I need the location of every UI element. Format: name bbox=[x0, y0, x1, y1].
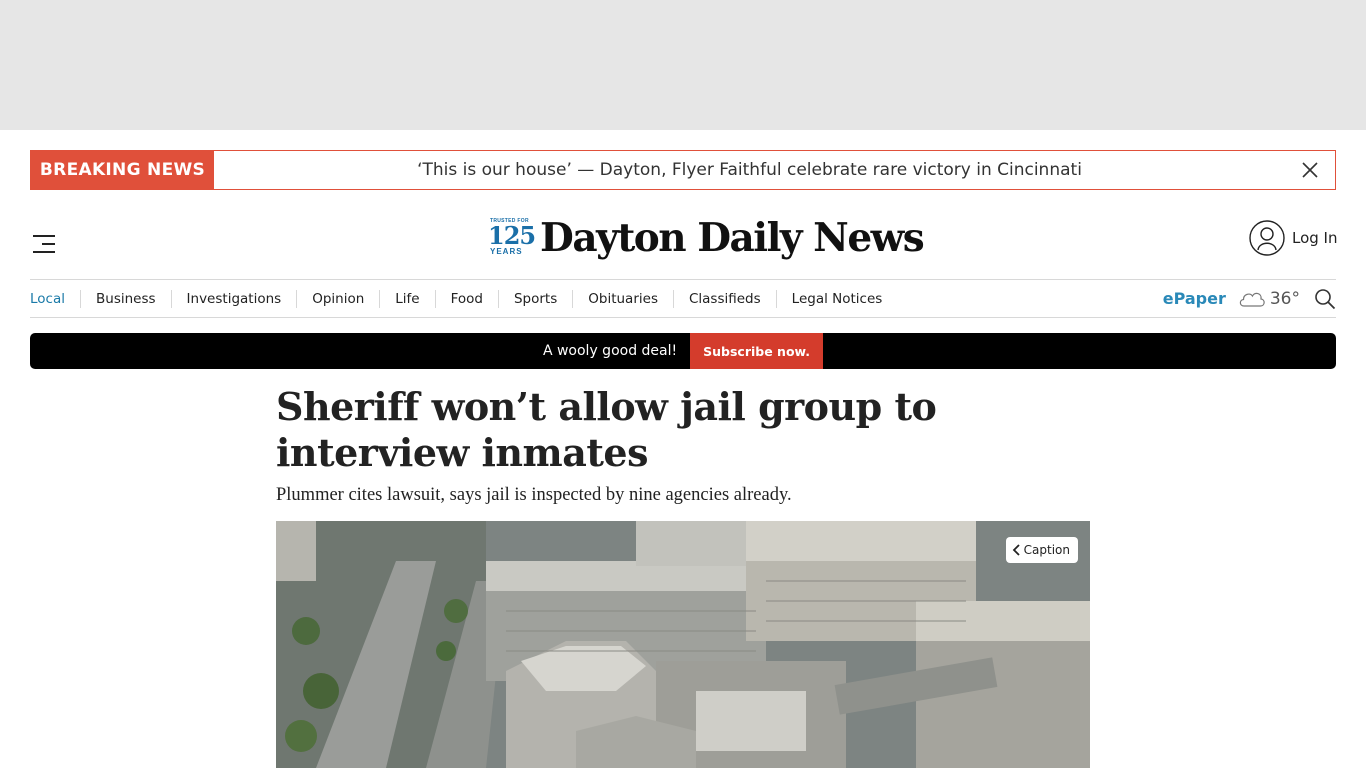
site-logo[interactable]: TRUSTED FOR 125 YEARS Dayton Daily News bbox=[488, 212, 925, 264]
weather-widget[interactable]: 36° bbox=[1238, 289, 1300, 309]
section-navigation: Local Business Investigations Opinion Li… bbox=[30, 279, 1336, 318]
advertisement-band bbox=[0, 0, 1366, 130]
hamburger-menu-button[interactable] bbox=[30, 230, 60, 258]
nav-item-business[interactable]: Business bbox=[80, 289, 171, 308]
caption-toggle-button[interactable]: Caption bbox=[1005, 537, 1078, 563]
article-subhead: Plummer cites lawsuit, says jail is insp… bbox=[276, 485, 792, 505]
menu-icon-line-bottom bbox=[33, 251, 55, 253]
subscribe-button[interactable]: Subscribe now. bbox=[690, 333, 824, 369]
logo-wordmark: Dayton Daily News bbox=[540, 215, 925, 261]
nav-item-investigations[interactable]: Investigations bbox=[170, 289, 297, 308]
breaking-news-label: BREAKING NEWS bbox=[31, 151, 214, 189]
aerial-jail-photo bbox=[276, 521, 1090, 768]
nav-item-legal-notices[interactable]: Legal Notices bbox=[775, 289, 898, 308]
nav-item-classifieds[interactable]: Classifieds bbox=[672, 289, 776, 308]
close-icon bbox=[1302, 162, 1318, 178]
login-button[interactable]: Log In bbox=[1249, 220, 1338, 256]
nav-item-opinion[interactable]: Opinion bbox=[296, 289, 379, 308]
epaper-link[interactable]: ePaper bbox=[1163, 289, 1226, 308]
nav-item-sports[interactable]: Sports bbox=[497, 289, 572, 308]
nav-item-food[interactable]: Food bbox=[434, 289, 498, 308]
article-headline: Sheriff won’t allow jail group to interv… bbox=[276, 384, 937, 475]
nav-item-local[interactable]: Local bbox=[30, 290, 80, 308]
user-icon bbox=[1249, 220, 1285, 256]
badge-years: YEARS bbox=[490, 247, 523, 256]
caption-label: Caption bbox=[1023, 543, 1070, 557]
menu-icon-line-mid bbox=[42, 243, 55, 245]
close-breaking-news-button[interactable] bbox=[1285, 151, 1335, 189]
badge-number: 125 bbox=[488, 221, 536, 250]
breaking-news-bar[interactable]: BREAKING NEWS ‘This is our house’ — Dayt… bbox=[30, 150, 1336, 190]
temperature: 36° bbox=[1269, 288, 1300, 309]
subscription-promo-bar: A wooly good deal! Subscribe now. bbox=[30, 333, 1336, 369]
search-icon[interactable] bbox=[1314, 288, 1336, 310]
nav-item-obituaries[interactable]: Obituaries bbox=[572, 289, 673, 308]
nav-item-life[interactable]: Life bbox=[379, 289, 434, 308]
breaking-news-headline-link[interactable]: ‘This is our house’ — Dayton, Flyer Fait… bbox=[214, 160, 1285, 180]
chevron-left-icon bbox=[1012, 544, 1020, 556]
cloud-icon bbox=[1239, 292, 1265, 307]
anniversary-badge: TRUSTED FOR 125 YEARS bbox=[488, 218, 536, 258]
promo-text: A wooly good deal! bbox=[542, 343, 678, 359]
login-label: Log In bbox=[1292, 229, 1338, 247]
article-lead-photo: Caption bbox=[276, 521, 1090, 768]
menu-icon-line-top bbox=[33, 235, 55, 237]
